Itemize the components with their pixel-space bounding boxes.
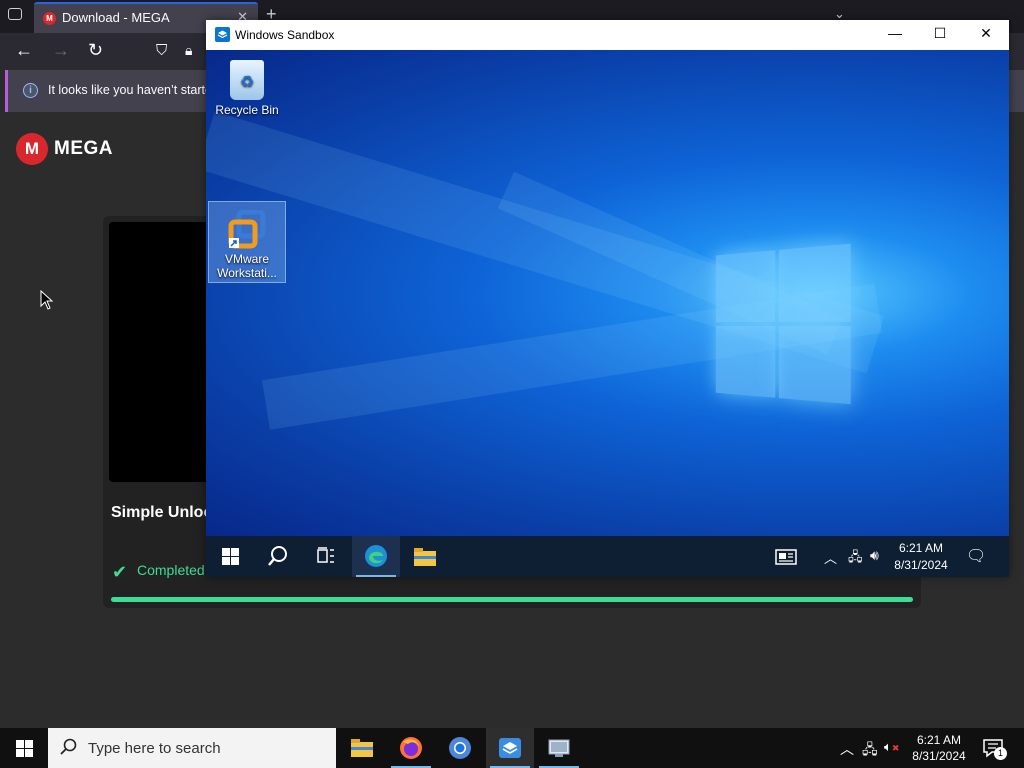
sandbox-desktop[interactable]: ♻ Recycle Bin VMware Workstati... xyxy=(206,50,1009,536)
sandbox-edge-icon[interactable] xyxy=(352,536,400,577)
notification-count-badge: 1 xyxy=(994,747,1007,760)
sandbox-clock[interactable]: 6:21 AM 8/31/2024 xyxy=(886,540,956,574)
host-time: 6:21 AM xyxy=(916,733,962,747)
host-clock[interactable]: 6:21 AM 8/31/2024 xyxy=(900,732,978,764)
search-placeholder: Type here to search xyxy=(88,740,221,757)
recycle-bin-icon[interactable]: ♻ Recycle Bin xyxy=(208,52,286,117)
tab-list-icon[interactable] xyxy=(8,8,22,20)
notifications-button[interactable]: 1 xyxy=(980,736,1014,760)
maximize-button[interactable]: ☐ xyxy=(917,25,963,42)
sandbox-search-icon[interactable] xyxy=(254,536,302,577)
tracking-protection-icon[interactable]: ⛉ xyxy=(156,42,167,59)
close-button[interactable]: ✕ xyxy=(963,25,1009,42)
download-progress-fill xyxy=(111,597,913,602)
sandbox-file-explorer-icon[interactable] xyxy=(401,536,449,577)
lock-icon[interactable]: 🔒︎ xyxy=(185,42,192,59)
sandbox-show-hidden-icon[interactable]: ︿ xyxy=(824,548,837,567)
minimize-button[interactable]: — xyxy=(872,25,918,41)
taskbar-windows-sandbox-icon[interactable] xyxy=(486,728,534,768)
sandbox-taskbar: ︿ 🖧︎ 🔊︎ 6:21 AM 8/31/2024 🗨︎ xyxy=(206,536,1009,577)
sandbox-time: 6:21 AM xyxy=(898,541,944,555)
sandbox-news-icon[interactable] xyxy=(762,536,810,577)
sandbox-app-icon xyxy=(215,27,230,42)
sandbox-task-view-icon[interactable] xyxy=(302,536,350,577)
host-taskbar: Type here to search ︿ 🖧︎ 🔈︎✖ 6:21 AM 8/3… xyxy=(0,728,1024,768)
reload-icon[interactable]: ↻ xyxy=(88,40,103,61)
taskbar-firefox-icon[interactable] xyxy=(387,728,435,768)
host-date: 8/31/2024 xyxy=(912,749,966,763)
network-icon[interactable]: 🖧︎ xyxy=(862,739,878,763)
tab-title: Download - MEGA xyxy=(62,10,170,25)
windows-sandbox-window[interactable]: Windows Sandbox — ☐ ✕ ♻ Recycle Bin VMwa… xyxy=(206,20,1009,577)
sandbox-title-bar[interactable]: Windows Sandbox — ☐ ✕ xyxy=(206,20,1009,50)
check-icon: ✔ xyxy=(112,562,128,582)
mega-favicon-icon: M xyxy=(43,12,56,25)
search-icon xyxy=(60,738,78,761)
vmware-workstation-shortcut[interactable]: VMware Workstati... xyxy=(208,201,286,283)
start-button[interactable] xyxy=(0,728,48,768)
download-progress-bar xyxy=(111,597,913,602)
mouse-cursor-icon xyxy=(40,290,54,310)
show-hidden-icons-icon[interactable]: ︿ xyxy=(840,739,854,759)
taskbar-vm-app-icon[interactable] xyxy=(535,728,583,768)
mega-logo-icon[interactable]: M xyxy=(16,133,48,165)
sandbox-action-center-icon[interactable]: 🗨︎ xyxy=(966,546,986,566)
download-status: Completed xyxy=(137,562,205,578)
recycle-bin-graphic-icon: ♻ xyxy=(230,60,264,100)
file-title: Simple Unloc xyxy=(111,504,213,521)
vmware-label: VMware Workstati... xyxy=(217,252,277,280)
sandbox-network-icon[interactable]: 🖧︎ xyxy=(848,548,863,570)
taskbar-file-explorer-icon[interactable] xyxy=(338,728,386,768)
notification-text: It looks like you haven’t started xyxy=(48,83,219,97)
taskbar-chrome-icon[interactable] xyxy=(436,728,484,768)
info-icon: i xyxy=(23,83,38,98)
recycle-bin-label: Recycle Bin xyxy=(215,103,279,117)
forward-icon[interactable]: → xyxy=(52,40,70,61)
sandbox-title: Windows Sandbox xyxy=(235,28,335,42)
volume-muted-icon[interactable]: 🔈︎✖ xyxy=(884,739,899,755)
taskbar-search-box[interactable]: Type here to search xyxy=(48,728,336,768)
svg-text:♻: ♻ xyxy=(240,72,254,91)
back-icon[interactable]: ← xyxy=(15,40,33,61)
sandbox-volume-icon[interactable]: 🔊︎ xyxy=(870,547,879,564)
sandbox-start-button[interactable] xyxy=(206,536,254,577)
mega-brand-text[interactable]: MEGA xyxy=(54,138,113,160)
sandbox-date: 8/31/2024 xyxy=(894,558,948,572)
windows-logo-icon xyxy=(715,243,851,407)
vmware-icon xyxy=(227,209,267,250)
